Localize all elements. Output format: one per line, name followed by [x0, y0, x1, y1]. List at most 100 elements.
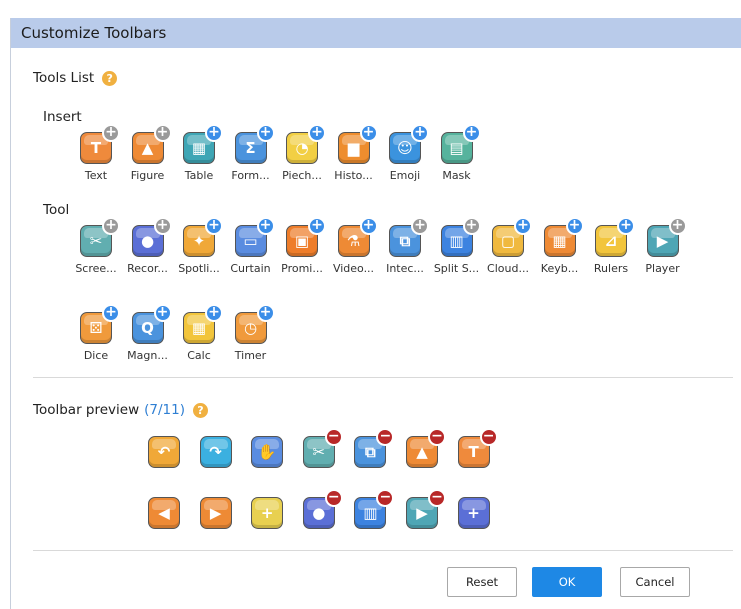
add-icon[interactable]: +: [514, 217, 532, 235]
remove-icon[interactable]: −: [376, 489, 395, 507]
cancel-button[interactable]: Cancel: [620, 567, 690, 597]
tool-cloud[interactable]: ▢ + Cloud...: [483, 217, 533, 275]
curtain-icon: ▭ +: [234, 217, 275, 257]
tool-histo[interactable]: ▆ + Histo...: [329, 124, 379, 182]
add-icon[interactable]: +: [462, 217, 481, 235]
undo-icon: ↶: [148, 436, 180, 468]
tool-recor[interactable]: ● + Recor...: [123, 217, 173, 275]
split-icon: ▥ −: [354, 489, 395, 529]
preview-text[interactable]: T −: [449, 428, 499, 468]
glyph-icon: ▲: [416, 443, 428, 461]
tool-split-s[interactable]: ▥ + Split S...: [432, 217, 482, 275]
remove-icon[interactable]: −: [428, 428, 446, 446]
tool-spotli[interactable]: ✦ + Spotli...: [174, 217, 224, 275]
add-icon[interactable]: +: [308, 124, 326, 142]
glyph-icon: Q: [141, 319, 154, 337]
add-icon[interactable]: +: [411, 217, 429, 235]
tool-text[interactable]: T + Text: [71, 124, 121, 182]
remove-icon[interactable]: −: [324, 489, 343, 507]
dice-icon: ⚄ +: [80, 304, 120, 344]
tools-list-label: Tools List: [33, 70, 95, 86]
preview-undo[interactable]: ↶: [139, 436, 189, 468]
preview-split[interactable]: ▥ −: [345, 489, 395, 529]
add-icon[interactable]: +: [102, 124, 120, 142]
add-icon[interactable]: +: [102, 304, 120, 322]
tool-calc[interactable]: ▦ + Calc: [174, 304, 224, 362]
tool-mask[interactable]: ▤ + Mask: [432, 124, 482, 182]
remove-icon[interactable]: −: [428, 489, 446, 507]
tool-label: Timer: [234, 349, 267, 362]
glyph-icon: ◀: [158, 504, 170, 522]
add-icon[interactable]: +: [256, 124, 275, 142]
add-icon[interactable]: +: [256, 217, 275, 235]
preview-player[interactable]: ▶ −: [397, 489, 447, 529]
add-icon[interactable]: +: [359, 217, 378, 235]
tools-list-header: Tools List ?: [33, 70, 118, 86]
remove-icon[interactable]: −: [479, 428, 498, 446]
rulers-icon: ⊿ +: [595, 217, 635, 257]
tool-label: Keyb...: [540, 262, 579, 275]
reset-button[interactable]: Reset: [447, 567, 517, 597]
preview-prev-page[interactable]: ◀: [139, 497, 189, 529]
preview-add[interactable]: +: [449, 497, 499, 529]
tool-rulers[interactable]: ⊿ + Rulers: [586, 217, 636, 275]
preview-hand[interactable]: ✋: [242, 436, 292, 468]
preview-next-page[interactable]: ▶: [191, 497, 241, 529]
tool-curtain[interactable]: ▭ + Curtain: [226, 217, 276, 275]
tool-piech[interactable]: ◔ + Piech...: [277, 124, 327, 182]
figure-icon: ▲ +: [131, 124, 172, 164]
add-icon[interactable]: +: [153, 304, 172, 322]
add-icon[interactable]: +: [102, 217, 120, 235]
add-icon[interactable]: +: [617, 217, 635, 235]
customize-toolbars-dialog: Customize Toolbars Tools List ? Insert T…: [10, 18, 741, 609]
glyph-icon: ▭: [243, 232, 258, 250]
mask-icon: ▤ +: [440, 124, 481, 164]
tool-emoji[interactable]: ☺ + Emoji: [380, 124, 430, 182]
glyph-icon: ☺: [397, 139, 413, 157]
preview-interactive[interactable]: ⧉ −: [345, 428, 395, 468]
preview-record[interactable]: ● −: [294, 489, 344, 529]
remove-icon[interactable]: −: [376, 428, 395, 446]
tool-promi[interactable]: ▣ + Promi...: [277, 217, 327, 275]
text-icon: T −: [457, 428, 498, 468]
tool-dice[interactable]: ⚄ + Dice: [71, 304, 121, 362]
add-icon[interactable]: +: [153, 124, 172, 142]
preview-redo[interactable]: ↷: [191, 436, 241, 468]
add-icon[interactable]: +: [359, 124, 378, 142]
help-icon[interactable]: ?: [192, 402, 208, 418]
tool-player[interactable]: ▶ + Player: [638, 217, 688, 275]
preview-screenshot[interactable]: ✂ −: [294, 428, 344, 468]
add-icon[interactable]: +: [256, 304, 275, 322]
add-icon[interactable]: +: [668, 217, 687, 235]
glyph-icon: ⊿: [604, 232, 618, 250]
histo-icon: ▆ +: [337, 124, 378, 164]
tool-form[interactable]: Σ + Form...: [226, 124, 276, 182]
tool-label: Spotli...: [178, 262, 220, 275]
add-icon[interactable]: +: [205, 217, 223, 235]
remove-icon[interactable]: −: [324, 428, 343, 446]
add-icon[interactable]: +: [565, 217, 584, 235]
help-icon[interactable]: ?: [102, 70, 118, 86]
tool-intec[interactable]: ⧉ + Intec...: [380, 217, 430, 275]
figure-icon: ▲ −: [406, 428, 446, 468]
tool-table[interactable]: ▦ + Table: [174, 124, 224, 182]
preview-figure[interactable]: ▲ −: [397, 428, 447, 468]
tool-section-label: Tool: [43, 202, 70, 218]
ok-button[interactable]: OK: [532, 567, 602, 597]
tool-video[interactable]: ⚗ + Video...: [329, 217, 379, 275]
add-icon[interactable]: +: [205, 124, 223, 142]
tool-keyb[interactable]: ▦ + Keyb...: [535, 217, 585, 275]
add-page-icon: +: [251, 497, 284, 529]
preview-add-page[interactable]: +: [242, 497, 292, 529]
add-icon[interactable]: +: [462, 124, 481, 142]
tool-figure[interactable]: ▲ + Figure: [123, 124, 173, 182]
tool-timer[interactable]: ◷ + Timer: [226, 304, 276, 362]
tool-scree[interactable]: ✂ + Scree...: [71, 217, 121, 275]
add-icon[interactable]: +: [411, 124, 429, 142]
glyph-icon: ▲: [141, 139, 154, 157]
insert-section-label: Insert: [43, 109, 82, 125]
add-icon[interactable]: +: [153, 217, 172, 235]
add-icon[interactable]: +: [205, 304, 223, 322]
tool-magn[interactable]: Q + Magn...: [123, 304, 173, 362]
add-icon[interactable]: +: [308, 217, 326, 235]
